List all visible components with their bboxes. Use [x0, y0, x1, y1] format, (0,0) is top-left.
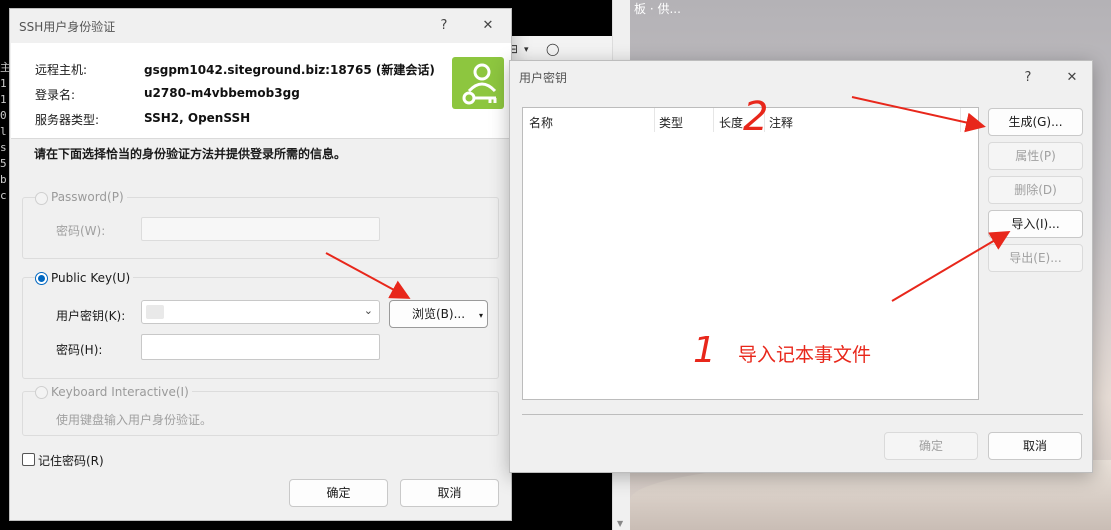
- column-divider[interactable]: [764, 108, 765, 132]
- terminal-glyph: 5: [0, 157, 7, 170]
- terminal-glyph: 1: [0, 77, 7, 90]
- terminal-glyph: c: [0, 189, 7, 202]
- keyboard-interactive-radio[interactable]: [35, 386, 48, 399]
- remember-password-checkbox[interactable]: [22, 453, 35, 466]
- terminal-glyph: 主: [0, 61, 11, 74]
- delete-button[interactable]: 删除(D): [988, 176, 1083, 204]
- annotation-note: 导入记本事文件: [738, 344, 872, 366]
- column-header-comment[interactable]: 注释: [769, 114, 793, 131]
- help-button[interactable]: ?: [433, 15, 455, 37]
- properties-button[interactable]: 属性(P): [988, 142, 1083, 170]
- cancel-button[interactable]: 取消: [400, 479, 499, 507]
- user-key-value-blur: [146, 305, 164, 319]
- host-value: gsgpm1042.siteground.biz:18765 (新建会话): [144, 63, 435, 77]
- user-key-dialog: 用户密钥 ? ✕ 名称 类型 长度 注释 生成(G)... 属性(P) 删除(D…: [509, 60, 1093, 473]
- password-field-label: 密码(W):: [56, 224, 106, 238]
- user-key-logo-icon: [452, 57, 504, 109]
- terminal-glyph: 0: [0, 109, 7, 122]
- terminal-glyph: b: [0, 173, 7, 186]
- password-radio[interactable]: [35, 192, 48, 205]
- user-key-label: 用户密钥(K):: [56, 309, 126, 323]
- ok-button[interactable]: 确定: [884, 432, 978, 460]
- server-type-value: SSH2, OpenSSH: [144, 111, 251, 125]
- column-header-type[interactable]: 类型: [659, 114, 683, 131]
- divider: [522, 414, 1083, 415]
- user-key-dialog-title: 用户密钥: [519, 71, 568, 85]
- server-type-label: 服务器类型:: [35, 113, 100, 127]
- passphrase-label: 密码(H):: [56, 343, 103, 357]
- column-divider[interactable]: [960, 108, 961, 132]
- import-button[interactable]: 导入(I)...: [988, 210, 1083, 238]
- toolbar-chat-icon[interactable]: ◯: [546, 42, 559, 56]
- user-key-titlebar[interactable]: 用户密钥 ? ✕: [510, 61, 1092, 95]
- password-radio-label[interactable]: Password(P): [48, 190, 127, 204]
- ssh-dialog-title: SSH用户身份验证: [19, 20, 116, 34]
- publickey-group: [22, 277, 499, 379]
- remember-password-label[interactable]: 记住密码(R): [38, 452, 104, 469]
- terminal-glyph: s: [0, 141, 7, 154]
- ssh-dialog-titlebar[interactable]: SSH用户身份验证 ? ✕: [10, 9, 511, 43]
- browse-button-label: 浏览(B)...: [411, 307, 466, 321]
- column-divider[interactable]: [654, 108, 655, 132]
- publickey-radio-label[interactable]: Public Key(U): [48, 271, 134, 285]
- keyboard-interactive-hint: 使用键盘输入用户身份验证。: [56, 413, 213, 427]
- desktop-text: 板 · 供...: [634, 2, 681, 16]
- password-field[interactable]: [141, 217, 380, 241]
- column-divider[interactable]: [713, 108, 714, 132]
- toolbar-dropdown-icon[interactable]: ▾: [524, 45, 529, 55]
- browse-dropdown-icon[interactable]: ▾: [479, 303, 483, 329]
- session-info-panel: 远程主机: gsgpm1042.siteground.biz:18765 (新建…: [11, 43, 511, 139]
- generate-button[interactable]: 生成(G)...: [988, 108, 1083, 136]
- browse-button[interactable]: 浏览(B)... ▾: [389, 300, 488, 328]
- close-button[interactable]: ✕: [1061, 67, 1083, 89]
- terminal-text: 主 1 1 0 l s 5 b c: [0, 60, 11, 204]
- close-button[interactable]: ✕: [477, 15, 499, 37]
- user-key-select[interactable]: ⌄: [141, 300, 380, 324]
- terminal-glyph: l: [0, 125, 7, 138]
- cancel-button[interactable]: 取消: [988, 432, 1082, 460]
- keyboard-interactive-label[interactable]: Keyboard Interactive(I): [48, 385, 192, 399]
- help-button[interactable]: ?: [1017, 67, 1039, 89]
- passphrase-field[interactable]: [141, 334, 380, 360]
- login-label: 登录名:: [35, 88, 76, 102]
- host-label: 远程主机:: [35, 63, 88, 77]
- publickey-radio[interactable]: [35, 272, 48, 285]
- export-button[interactable]: 导出(E)...: [988, 244, 1083, 272]
- instruction-text: 请在下面选择恰当的身份验证方法并提供登录所需的信息。: [34, 147, 347, 161]
- login-value: u2780-m4vbbemob3gg: [144, 86, 300, 100]
- column-header-name[interactable]: 名称: [529, 114, 553, 131]
- chevron-down-icon: ⌄: [363, 304, 373, 317]
- ok-button[interactable]: 确定: [289, 479, 388, 507]
- terminal-glyph: 1: [0, 93, 7, 106]
- column-header-length[interactable]: 长度: [719, 114, 743, 131]
- scroll-down-icon[interactable]: ▼: [617, 519, 623, 528]
- ssh-auth-dialog: SSH用户身份验证 ? ✕ 远程主机: gsgpm1042.siteground…: [9, 8, 512, 521]
